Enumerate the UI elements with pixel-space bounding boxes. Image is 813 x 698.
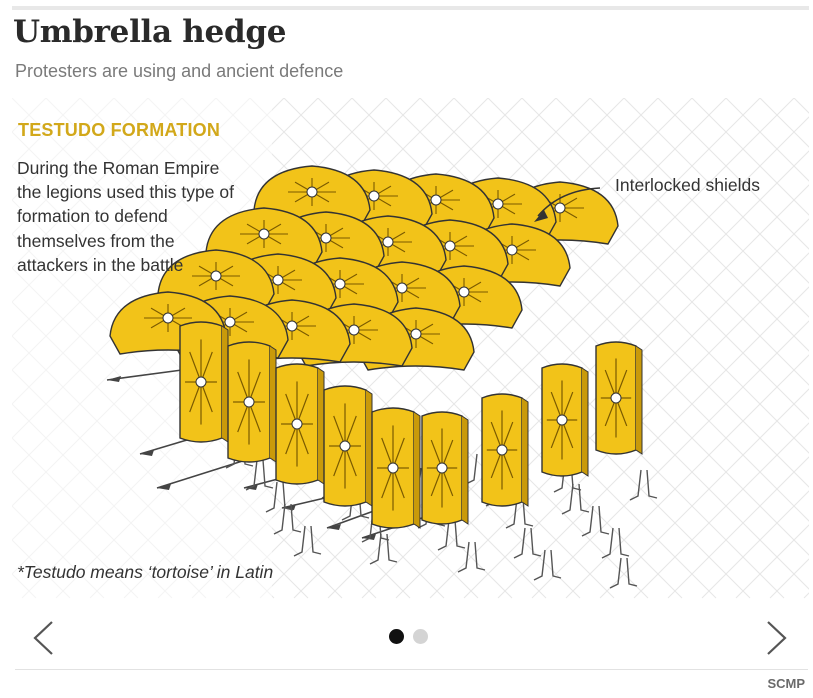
- shield-boss: [258, 228, 270, 240]
- chevron-right-icon: [767, 621, 787, 655]
- top-rule: [12, 6, 809, 10]
- shield-edge: [221, 325, 229, 443]
- pagination-dot-1[interactable]: [389, 629, 404, 644]
- shield-boss: [272, 274, 284, 286]
- wall-shield-boss: [496, 444, 508, 456]
- shield-boss: [492, 198, 504, 210]
- previous-button[interactable]: [26, 615, 66, 661]
- callout-label: Interlocked shields: [615, 175, 760, 195]
- next-button[interactable]: [756, 615, 796, 661]
- soldier-leg: [513, 527, 542, 559]
- shield-boss: [410, 328, 422, 340]
- carousel-pagination: [389, 629, 428, 644]
- shield-boss: [382, 236, 394, 248]
- shield-boss: [348, 324, 360, 336]
- shield-boss: [334, 278, 346, 290]
- shield-boss: [162, 312, 174, 324]
- shield-edge: [581, 367, 589, 477]
- shield-boss: [430, 194, 442, 206]
- wall-shield-boss: [610, 392, 622, 404]
- shield-boss: [320, 232, 332, 244]
- wall-shield-boss: [243, 396, 255, 408]
- shield-boss: [506, 244, 518, 256]
- shield-boss: [444, 240, 456, 252]
- shield-edge: [521, 397, 529, 507]
- shield-edge: [317, 367, 325, 485]
- shield-edge: [269, 345, 277, 463]
- shield-boss: [224, 316, 236, 328]
- wall-shield-boss: [436, 462, 448, 474]
- shield-edge: [413, 411, 421, 529]
- wall-shield-boss: [291, 418, 303, 430]
- page-title: Umbrella hedge: [13, 14, 287, 50]
- pagination-dot-2[interactable]: [413, 629, 428, 644]
- slide-description: During the Roman Empire the legions used…: [17, 158, 234, 275]
- footer-rule: [15, 669, 808, 670]
- wall-shield-boss: [339, 440, 351, 452]
- page-subtitle: Protesters are using and ancient defence: [15, 61, 344, 81]
- chevron-left-icon: [33, 621, 53, 655]
- shield-boss: [286, 320, 298, 332]
- shield-edge: [635, 345, 643, 455]
- soldier-leg: [601, 527, 630, 559]
- footnote: *Testudo means ‘tortoise’ in Latin: [17, 562, 274, 582]
- carousel-slide: TESTUDO FORMATION During the Roman Empir…: [12, 98, 809, 606]
- source-credit: SCMP: [767, 676, 805, 691]
- shield-boss: [368, 190, 380, 202]
- shield-edge: [461, 415, 469, 525]
- shield-boss: [306, 186, 318, 198]
- shield-edge: [365, 389, 373, 507]
- wall-shield-boss: [556, 414, 568, 426]
- shield-boss: [396, 282, 408, 294]
- slide-label: TESTUDO FORMATION: [18, 120, 221, 140]
- shield-boss: [458, 286, 470, 298]
- wall-shield-boss: [195, 376, 207, 388]
- wall-shield-boss: [387, 462, 399, 474]
- shield-boss: [554, 202, 566, 214]
